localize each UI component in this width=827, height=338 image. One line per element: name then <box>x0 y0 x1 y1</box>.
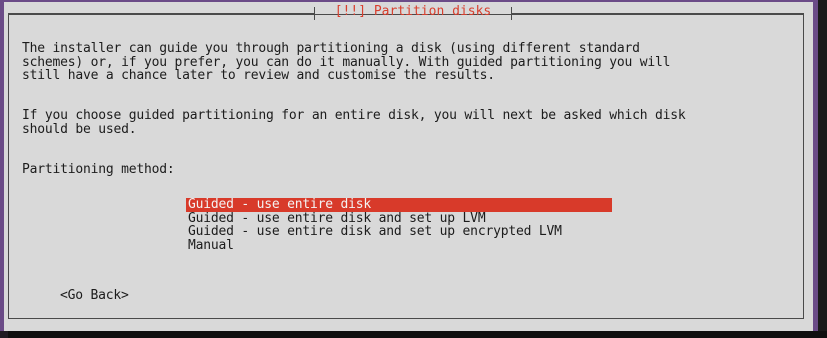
intro-paragraph: The installer can guide you through part… <box>22 41 671 83</box>
dialog-shadow-right <box>818 0 827 338</box>
dialog-shadow-bottom <box>8 331 827 338</box>
title-rule-left <box>8 13 314 14</box>
guided-paragraph: If you choose guided partitioning for an… <box>22 108 686 137</box>
partitioning-method-menu: Guided - use entire disk Guided - use en… <box>186 198 612 252</box>
option-guided-encrypted-lvm[interactable]: Guided - use entire disk and set up encr… <box>186 225 612 239</box>
partitioning-method-label: Partitioning method: <box>22 162 175 177</box>
title-bracket-left <box>314 7 315 20</box>
go-back-button[interactable]: <Go Back> <box>60 289 129 303</box>
option-guided-lvm[interactable]: Guided - use entire disk and set up LVM <box>186 211 612 226</box>
option-manual[interactable]: Manual <box>186 238 612 253</box>
option-guided-entire-disk[interactable]: Guided - use entire disk <box>186 198 612 212</box>
dialog-title: [!!] Partition disks <box>334 4 492 19</box>
title-rule-right <box>512 13 804 14</box>
title-bracket-right <box>511 7 512 20</box>
